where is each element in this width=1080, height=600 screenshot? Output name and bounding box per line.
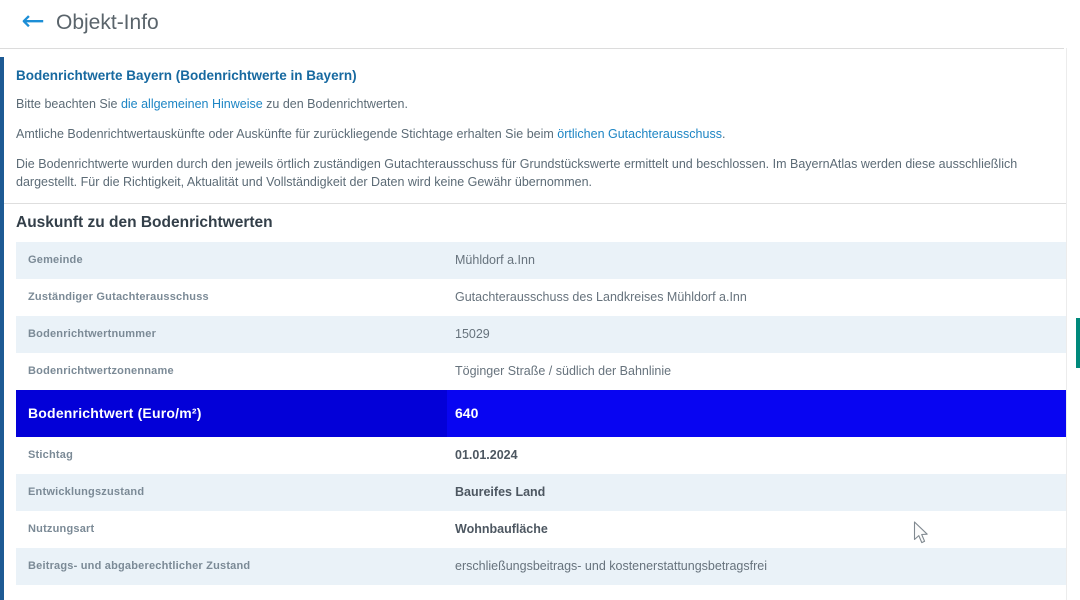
row-label: Bodenrichtwertzonenname — [16, 365, 447, 377]
table-row-gemeinde: Gemeinde Mühldorf a.Inn — [16, 242, 1076, 279]
official-text-post: . — [722, 127, 725, 141]
row-label: Stichtag — [16, 449, 447, 461]
row-value: Mühldorf a.Inn — [447, 253, 1076, 267]
hint-text-pre: Bitte beachten Sie — [16, 97, 121, 111]
official-text-pre: Amtliche Bodenrichtwertauskünfte oder Au… — [16, 127, 557, 141]
row-value: 15029 — [447, 327, 1076, 341]
row-label: Zuständiger Gutachterausschuss — [16, 291, 447, 303]
disclaimer-paragraph: Die Bodenrichtwerte wurden durch den jew… — [16, 155, 1062, 191]
row-value: Wohnbaufläche — [447, 522, 1076, 536]
row-label: Nutzungsart — [16, 523, 447, 535]
header-divider — [0, 48, 1064, 49]
row-value: 01.01.2024 — [447, 448, 1076, 462]
panel-header: ← Objekt-Info — [0, 0, 1080, 48]
table-row-gutachterausschuss: Zuständiger Gutachterausschuss Gutachter… — [16, 279, 1076, 316]
scrollbar-track[interactable] — [1066, 48, 1080, 600]
objekt-info-panel: { "header": { "back_icon": "←", "title":… — [0, 0, 1080, 600]
gutachterausschuss-link[interactable]: örtlichen Gutachterausschuss — [557, 127, 722, 141]
page-title: Objekt-Info — [56, 11, 159, 35]
official-info-paragraph: Amtliche Bodenrichtwertauskünfte oder Au… — [16, 125, 1062, 143]
table-section-title: Auskunft zu den Bodenrichtwerten — [16, 214, 1062, 232]
row-label: Beitrags- und abgaberechtlicher Zustand — [16, 560, 447, 572]
row-value: erschließungsbeitrags- und kostenerstatt… — [447, 559, 1076, 573]
section-divider — [4, 203, 1076, 204]
hint-paragraph: Bitte beachten Sie die allgemeinen Hinwe… — [16, 95, 1062, 113]
row-label: Bodenrichtwertnummer — [16, 328, 447, 340]
table-row-stichtag: Stichtag 01.01.2024 — [16, 437, 1076, 474]
general-hints-link[interactable]: die allgemeinen Hinweise — [121, 97, 263, 111]
content-panel: Bodenrichtwerte Bayern (Bodenrichtwerte … — [0, 57, 1076, 600]
row-label: Bodenrichtwert (Euro/m²) — [16, 390, 447, 437]
row-value: Gutachterausschuss des Landkreises Mühld… — [447, 290, 1076, 304]
table-row-bodenrichtwertnummer: Bodenrichtwertnummer 15029 — [16, 316, 1076, 353]
layer-heading: Bodenrichtwerte Bayern (Bodenrichtwerte … — [16, 68, 1062, 83]
table-row-zonenname: Bodenrichtwertzonenname Töginger Straße … — [16, 353, 1076, 390]
row-value: Töginger Straße / südlich der Bahnlinie — [447, 364, 1076, 378]
table-row-bodenrichtwert-highlight: Bodenrichtwert (Euro/m²) 640 — [16, 390, 1076, 437]
table-row-beitragszustand: Beitrags- und abgaberechtlicher Zustand … — [16, 548, 1076, 585]
back-button[interactable]: ← — [15, 3, 51, 39]
scrollbar-thumb[interactable] — [1076, 318, 1080, 368]
row-label: Entwicklungszustand — [16, 486, 447, 498]
row-label: Gemeinde — [16, 254, 447, 266]
row-value: 640 — [447, 390, 1076, 437]
mouse-pointer — [913, 521, 929, 545]
hint-text-post: zu den Bodenrichtwerten. — [263, 97, 408, 111]
back-arrow-icon: ← — [21, 4, 44, 37]
row-value: Baureifes Land — [447, 485, 1076, 499]
table-row-entwicklungszustand: Entwicklungszustand Baureifes Land — [16, 474, 1076, 511]
